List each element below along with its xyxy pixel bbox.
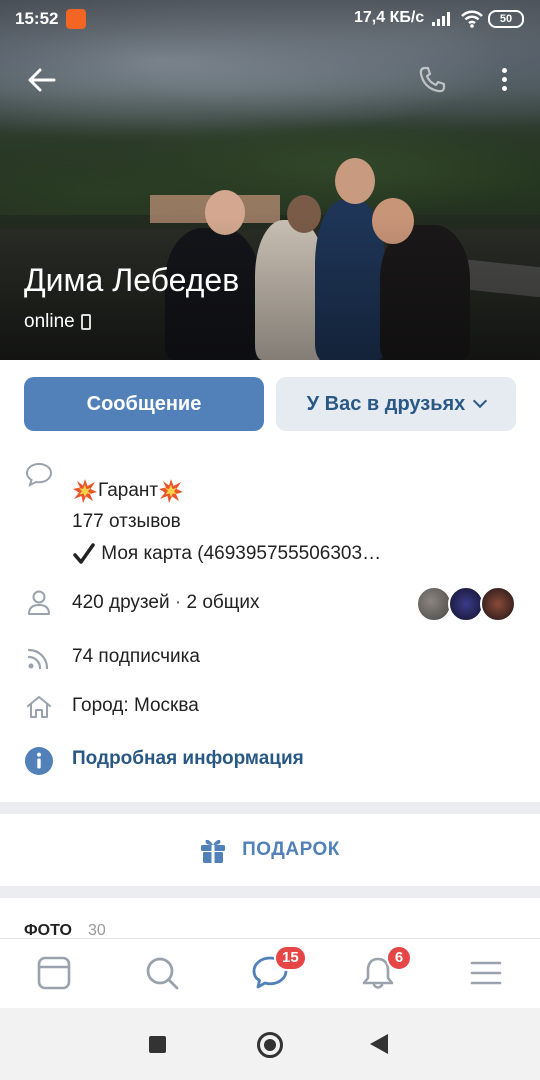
battery-indicator: 50	[488, 10, 524, 28]
status-reviews: 177 отзывов	[72, 511, 181, 532]
hamburger-menu-icon	[470, 961, 502, 985]
tab-menu[interactable]	[466, 953, 506, 993]
online-status: online	[24, 311, 91, 333]
news-feed-icon	[37, 956, 71, 990]
bottom-tab-bar: 15 6	[0, 938, 540, 1008]
home-button-icon[interactable]	[257, 1032, 283, 1058]
gift-label: ПОДАРОК	[242, 839, 340, 860]
status-card-line: Моя карта (469395755506303…	[72, 542, 381, 566]
status-bar: 15:52 17,4 КБ/с 50	[0, 0, 540, 38]
mutual-friends: 2 общих	[186, 592, 260, 613]
friends-avatars[interactable]	[416, 586, 516, 624]
status-guarantee-text: Гарант	[98, 480, 159, 502]
explosion-emoji-icon	[73, 479, 97, 503]
profile-name: Дима Лебедев	[24, 262, 240, 298]
search-icon	[146, 957, 179, 990]
details-link[interactable]: Подробная информация	[72, 748, 304, 770]
rss-feed-icon	[27, 648, 49, 670]
friends-count: 420 друзей	[72, 592, 170, 613]
person-icon	[28, 590, 50, 615]
avatar	[448, 586, 484, 622]
profile-cover-photo[interactable]	[0, 0, 540, 360]
gift-button[interactable]: ПОДАРОК	[0, 814, 540, 886]
followers-count[interactable]: 74 подписчика	[72, 646, 200, 668]
tab-feed[interactable]	[34, 953, 74, 993]
friends-status-label: У Вас в друзьях	[306, 392, 466, 415]
phone-call-icon[interactable]	[416, 64, 448, 96]
messages-badge: 15	[274, 945, 307, 971]
network-speed: 17,4 КБ/с	[354, 9, 425, 26]
friends-count-row[interactable]: 420 друзей · 2 общих	[72, 592, 260, 614]
avatar	[480, 586, 516, 622]
separator-dot: ·	[169, 592, 187, 613]
mobile-device-icon	[80, 314, 91, 330]
photos-title: ФОТО	[24, 922, 72, 938]
speech-bubble-icon	[25, 462, 53, 487]
back-arrow-icon[interactable]	[24, 62, 60, 98]
status-time: 15:52	[15, 9, 59, 28]
home-icon	[27, 696, 51, 718]
notifications-badge: 6	[386, 945, 412, 971]
tab-notifications[interactable]: 6	[358, 945, 412, 993]
profile-info-card: Сообщение У Вас в друзьях Гарант 177 отз…	[0, 360, 540, 802]
wifi-icon	[461, 10, 483, 28]
tab-search[interactable]	[142, 953, 182, 993]
check-mark-icon	[73, 543, 95, 564]
system-back-icon[interactable]	[370, 1034, 388, 1054]
online-status-text: online	[24, 311, 75, 332]
gift-icon	[201, 839, 226, 863]
send-message-label: Сообщение	[86, 392, 202, 415]
avatar	[416, 586, 452, 622]
more-options-icon[interactable]	[494, 64, 514, 96]
explosion-emoji-icon	[159, 479, 184, 503]
status-line-guarantee: Гарант	[72, 478, 184, 504]
recent-apps-icon[interactable]	[149, 1036, 166, 1053]
status-card-text: Моя карта (469395755506303…	[101, 543, 382, 565]
chevron-down-icon	[473, 393, 488, 409]
friends-status-button[interactable]: У Вас в друзьях	[276, 377, 516, 431]
photos-section: ФОТО 30	[0, 898, 540, 938]
tab-messages[interactable]: 15	[250, 945, 307, 993]
photos-count: 30	[88, 922, 106, 938]
info-icon	[25, 747, 53, 775]
signal-icon	[432, 12, 452, 26]
app-notification-icon	[66, 9, 86, 29]
city-info: Город: Москва	[72, 695, 199, 716]
cover-shade	[0, 0, 540, 360]
send-message-button[interactable]: Сообщение	[24, 377, 264, 431]
system-navigation-bar	[0, 1008, 540, 1080]
